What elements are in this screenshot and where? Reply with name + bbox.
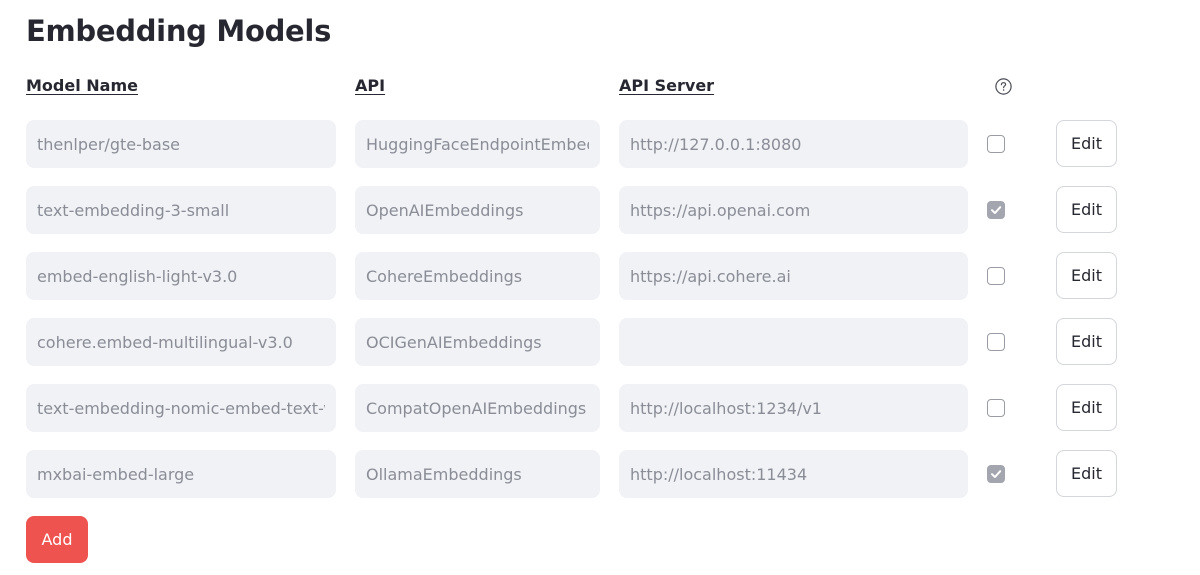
column-header-model-name: Model Name — [26, 76, 138, 95]
table-row: thenlper/gte-base HuggingFaceEndpointEmb… — [0, 120, 1200, 168]
page-title: Embedding Models — [26, 14, 332, 48]
api-server-field[interactable]: https://api.cohere.ai — [619, 252, 968, 300]
edit-button[interactable]: Edit — [1056, 450, 1117, 497]
table-row: cohere.embed-multilingual-v3.0 OCIGenAIE… — [0, 318, 1200, 366]
add-button[interactable]: Add — [26, 516, 88, 563]
api-field[interactable]: CompatOpenAIEmbeddings — [355, 384, 600, 432]
enabled-checkbox[interactable] — [987, 333, 1005, 351]
column-header-api: API — [355, 76, 386, 95]
api-server-field[interactable]: http://localhost:11434 — [619, 450, 968, 498]
api-server-field[interactable]: http://localhost:1234/v1 — [619, 384, 968, 432]
api-field[interactable]: OCIGenAIEmbeddings — [355, 318, 600, 366]
model-name-field[interactable]: thenlper/gte-base — [26, 120, 336, 168]
edit-button[interactable]: Edit — [1056, 186, 1117, 233]
api-server-field[interactable] — [619, 318, 968, 366]
api-field[interactable]: HuggingFaceEndpointEmbeddings — [355, 120, 600, 168]
enabled-checkbox[interactable] — [987, 135, 1005, 153]
api-field[interactable]: OpenAIEmbeddings — [355, 186, 600, 234]
table-row: text-embedding-nomic-embed-text-v1.5 Com… — [0, 384, 1200, 432]
api-server-field[interactable]: https://api.openai.com — [619, 186, 968, 234]
model-name-field[interactable]: embed-english-light-v3.0 — [26, 252, 336, 300]
column-header-api-server: API Server — [619, 76, 715, 95]
enabled-checkbox[interactable] — [987, 201, 1005, 219]
api-server-field[interactable]: http://127.0.0.1:8080 — [619, 120, 968, 168]
edit-button[interactable]: Edit — [1056, 120, 1117, 167]
table-row: embed-english-light-v3.0 CohereEmbedding… — [0, 252, 1200, 300]
model-name-field[interactable]: text-embedding-nomic-embed-text-v1.5 — [26, 384, 336, 432]
edit-button[interactable]: Edit — [1056, 252, 1117, 299]
table-row: mxbai-embed-large OllamaEmbeddings http:… — [0, 450, 1200, 498]
api-field[interactable]: CohereEmbeddings — [355, 252, 600, 300]
model-name-field[interactable]: text-embedding-3-small — [26, 186, 336, 234]
model-name-field[interactable]: cohere.embed-multilingual-v3.0 — [26, 318, 336, 366]
question-circle-icon[interactable] — [995, 78, 1012, 95]
enabled-checkbox[interactable] — [987, 267, 1005, 285]
model-name-field[interactable]: mxbai-embed-large — [26, 450, 336, 498]
table-row: text-embedding-3-small OpenAIEmbeddings … — [0, 186, 1200, 234]
api-field[interactable]: OllamaEmbeddings — [355, 450, 600, 498]
edit-button[interactable]: Edit — [1056, 384, 1117, 431]
edit-button[interactable]: Edit — [1056, 318, 1117, 365]
check-icon — [991, 470, 1002, 478]
enabled-checkbox[interactable] — [987, 465, 1005, 483]
enabled-checkbox[interactable] — [987, 399, 1005, 417]
check-icon — [991, 206, 1002, 214]
